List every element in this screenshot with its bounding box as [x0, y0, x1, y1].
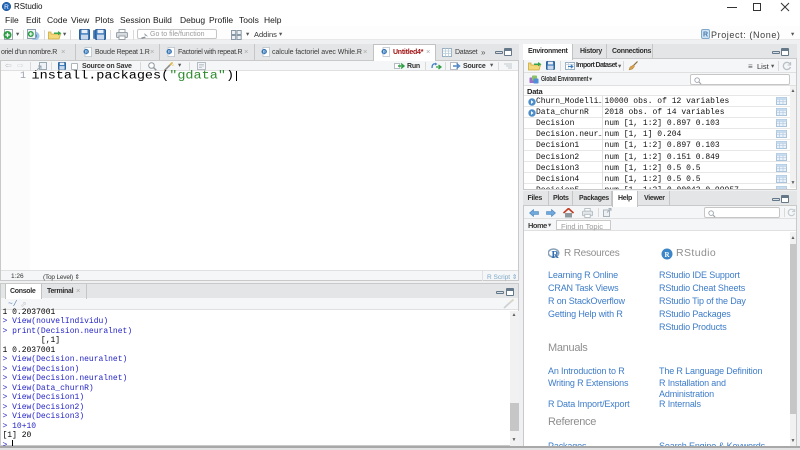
svg-text:R: R	[703, 32, 708, 39]
svg-text:R: R	[4, 4, 9, 11]
svg-text:R: R	[552, 250, 560, 259]
